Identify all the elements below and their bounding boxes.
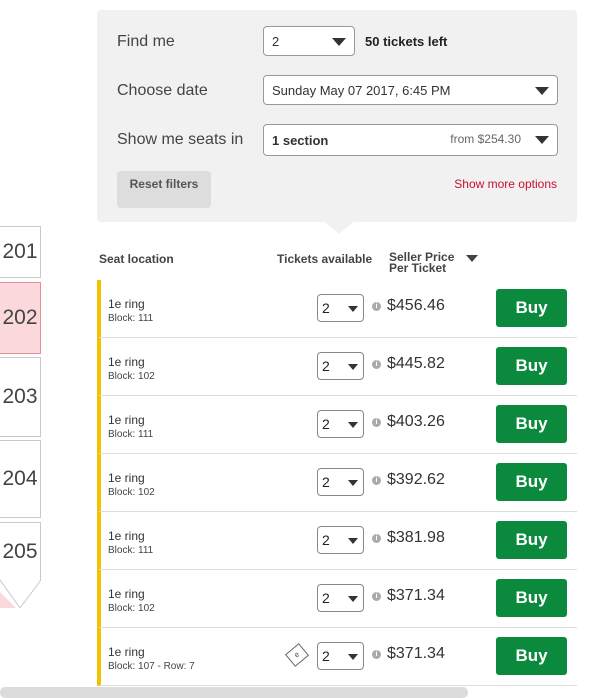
map-section-204[interactable]: 204 [0, 440, 41, 518]
listing-row: 1e ring Block: 111 2 i $403.26 Buy [97, 396, 577, 454]
info-icon[interactable]: i [372, 360, 381, 369]
sort-descending-icon[interactable] [466, 255, 478, 262]
chevron-down-icon [348, 422, 358, 428]
e-ticket-icon: e [284, 643, 310, 667]
quantity-select[interactable]: 2 [317, 410, 364, 438]
chevron-down-icon [348, 654, 358, 660]
seat-block: Block: 102 [108, 603, 155, 614]
reset-filters-button[interactable]: Reset filters [117, 171, 211, 208]
map-section-205[interactable]: 205 [0, 522, 41, 581]
seat-block: Block: 111 [108, 313, 154, 324]
ticket-price: $392.62 [387, 471, 445, 488]
seat-location: 1e ring [108, 645, 145, 659]
buy-button[interactable]: Buy [496, 463, 567, 501]
seat-location: 1e ring [108, 355, 145, 369]
seat-location: 1e ring [108, 413, 145, 427]
map-section-201[interactable]: 201 [0, 226, 41, 278]
quantity-select[interactable]: 2 [317, 294, 364, 322]
seat-location: 1e ring [108, 529, 145, 543]
chevron-down-icon [535, 87, 549, 95]
quantity-value: 2 [322, 590, 330, 606]
buy-button[interactable]: Buy [496, 637, 567, 675]
chevron-down-icon [348, 596, 358, 602]
chevron-down-icon [332, 38, 346, 46]
quantity-value: 2 [322, 474, 330, 490]
map-section-202[interactable]: 202 [0, 282, 41, 354]
show-seats-label: Show me seats in [117, 131, 244, 148]
chevron-down-icon [348, 364, 358, 370]
listing-row: 1e ring Block: 111 2 i $381.98 Buy [97, 512, 577, 570]
buy-button[interactable]: Buy [496, 289, 567, 327]
listing-row: 1e ring Block: 102 2 i $371.34 Buy [97, 570, 577, 628]
horizontal-scrollbar[interactable] [0, 687, 468, 698]
quantity-value: 2 [322, 532, 330, 548]
chevron-down-icon [348, 538, 358, 544]
ticket-quantity-select[interactable]: 2 [263, 26, 355, 56]
quantity-value: 2 [322, 358, 330, 374]
date-value: Sunday May 07 2017, 6:45 PM [272, 82, 451, 98]
choose-date-label: Choose date [117, 82, 208, 99]
seat-block: Block: 111 [108, 545, 154, 556]
show-more-options-link[interactable]: Show more options [454, 177, 557, 191]
quantity-value: 2 [322, 416, 330, 432]
header-seller-price[interactable]: Seller Price Per Ticket [389, 251, 454, 275]
header-seller-price-line2: Per Ticket [389, 261, 447, 275]
info-icon[interactable]: i [372, 476, 381, 485]
panel-pointer [325, 222, 353, 234]
seat-location: 1e ring [108, 471, 145, 485]
listing-row: 1e ring Block: 102 2 i $392.62 Buy [97, 454, 577, 512]
ticket-price: $403.26 [387, 413, 445, 430]
quantity-select[interactable]: 2 [317, 352, 364, 380]
info-icon[interactable]: i [372, 302, 381, 311]
quantity-select[interactable]: 2 [317, 526, 364, 554]
buy-button[interactable]: Buy [496, 579, 567, 617]
ticket-price: $371.34 [387, 645, 445, 662]
quantity-value: 2 [322, 648, 330, 664]
buy-button[interactable]: Buy [496, 405, 567, 443]
section-value: 1 section [272, 132, 329, 148]
seat-block: Block: 102 [108, 371, 155, 382]
seat-block: Block: 111 [108, 429, 154, 440]
buy-button[interactable]: Buy [496, 521, 567, 559]
quantity-select[interactable]: 2 [317, 468, 364, 496]
chevron-down-icon [348, 480, 358, 486]
seat-location: 1e ring [108, 297, 145, 311]
info-icon[interactable]: i [372, 650, 381, 659]
ticket-price: $445.82 [387, 355, 445, 372]
listing-row: 1e ring Block: 102 2 i $445.82 Buy [97, 338, 577, 396]
ticket-quantity-value: 2 [272, 33, 280, 49]
section-from-price: from $254.30 [450, 132, 521, 146]
date-select[interactable]: Sunday May 07 2017, 6:45 PM [263, 75, 558, 105]
listing-row: 1e ring Block: 107 - Row: 7 e 2 i $371.3… [97, 628, 577, 686]
find-me-label: Find me [117, 33, 175, 50]
header-tickets-available: Tickets available [277, 252, 373, 266]
seat-location: 1e ring [108, 587, 145, 601]
filter-panel: Find me 2 50 tickets left Choose date Su… [97, 10, 577, 234]
listing-table: 1e ring Block: 111 2 i $456.46 Buy 1e ri… [97, 280, 577, 686]
quantity-select[interactable]: 2 [317, 584, 364, 612]
chevron-down-icon [348, 306, 358, 312]
ticket-price: $371.34 [387, 587, 445, 604]
quantity-value: 2 [322, 300, 330, 316]
buy-button[interactable]: Buy [496, 347, 567, 385]
quantity-select[interactable]: 2 [317, 642, 364, 670]
tickets-left-count: 50 tickets left [365, 34, 448, 49]
info-icon[interactable]: i [372, 592, 381, 601]
info-icon[interactable]: i [372, 534, 381, 543]
section-select[interactable]: 1 section from $254.30 [263, 124, 558, 156]
info-icon[interactable]: i [372, 418, 381, 427]
chevron-down-icon [535, 136, 549, 144]
listing-row: 1e ring Block: 111 2 i $456.46 Buy [97, 280, 577, 338]
ticket-price: $381.98 [387, 529, 445, 546]
header-seat-location: Seat location [99, 252, 174, 266]
seat-block: Block: 107 - Row: 7 [108, 661, 195, 672]
map-section-fragment [0, 592, 16, 608]
ticket-price: $456.46 [387, 297, 445, 314]
map-section-203[interactable]: 203 [0, 357, 41, 437]
venue-map: 201 202 203 204 205 [0, 220, 46, 698]
seat-block: Block: 102 [108, 487, 155, 498]
